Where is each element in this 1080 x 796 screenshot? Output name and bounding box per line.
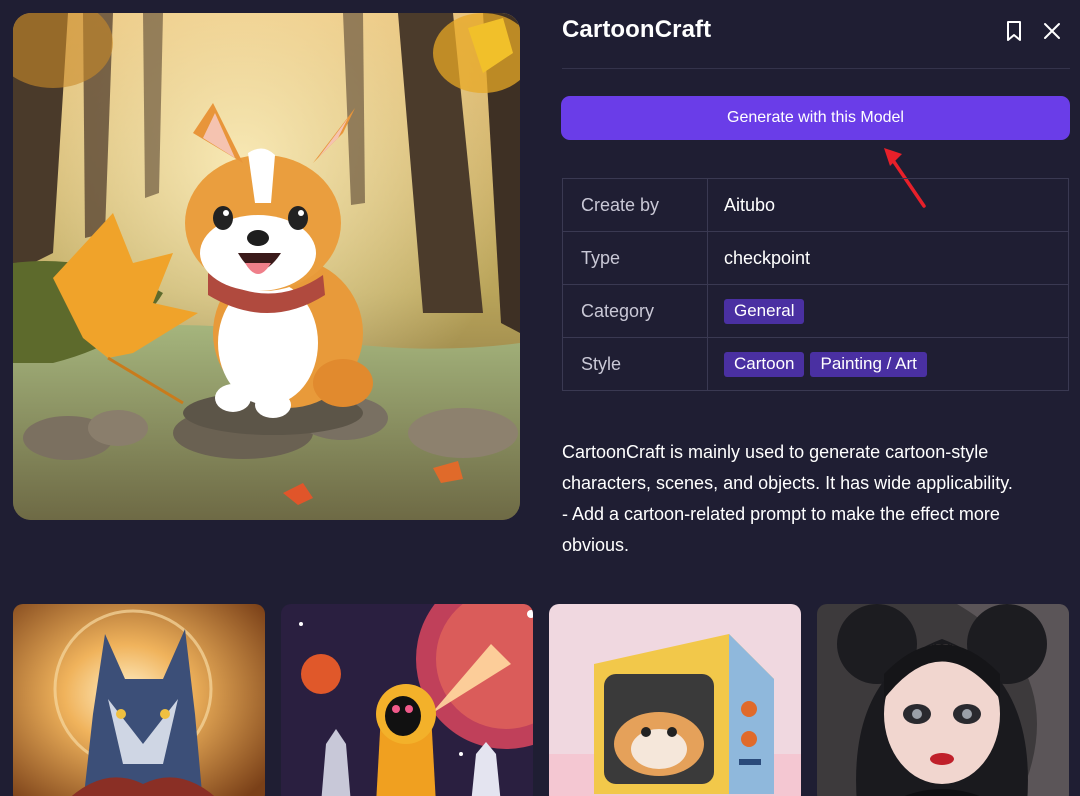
detail-label: Type bbox=[562, 231, 708, 285]
model-description: CartoonCraft is mainly used to generate … bbox=[562, 437, 1062, 561]
gallery-image-gothic-girl[interactable] bbox=[817, 604, 1069, 796]
close-button[interactable] bbox=[1039, 18, 1065, 44]
gallery-image-hamster-tv[interactable] bbox=[549, 604, 801, 796]
detail-row-style: Style Cartoon Painting / Art bbox=[562, 337, 1069, 391]
generate-with-model-button[interactable]: Generate with this Model bbox=[561, 96, 1070, 140]
header-divider bbox=[562, 68, 1070, 69]
bookmark-button[interactable] bbox=[1001, 18, 1027, 44]
gallery-image-wolf[interactable] bbox=[13, 604, 265, 796]
detail-row-category: Category General bbox=[562, 284, 1069, 338]
style-tag[interactable]: Painting / Art bbox=[810, 351, 927, 377]
model-title: CartoonCraft bbox=[562, 16, 712, 43]
description-tip: - Add a cartoon-related prompt to make t… bbox=[562, 504, 1000, 555]
detail-row-type: Type checkpoint bbox=[562, 231, 1069, 285]
description-text: CartoonCraft is mainly used to generate … bbox=[562, 442, 1013, 493]
type-value: checkpoint bbox=[707, 231, 1069, 285]
close-icon bbox=[1044, 23, 1060, 39]
creator-value: Aitubo bbox=[707, 178, 1069, 232]
style-tag[interactable]: Cartoon bbox=[724, 351, 805, 377]
bookmark-icon bbox=[1007, 21, 1021, 41]
gallery-image-astronaut[interactable] bbox=[281, 604, 533, 796]
detail-label: Category bbox=[562, 284, 708, 338]
model-details-table: Create by Aitubo Type checkpoint Categor… bbox=[562, 178, 1069, 391]
detail-label: Style bbox=[562, 337, 708, 391]
detail-label: Create by bbox=[562, 178, 708, 232]
category-tag[interactable]: General bbox=[724, 298, 805, 324]
detail-row-create-by: Create by Aitubo bbox=[562, 178, 1069, 232]
hero-preview-image bbox=[13, 13, 520, 520]
model-detail-page: CartoonCraft Generate with this Model Cr… bbox=[0, 0, 1080, 796]
